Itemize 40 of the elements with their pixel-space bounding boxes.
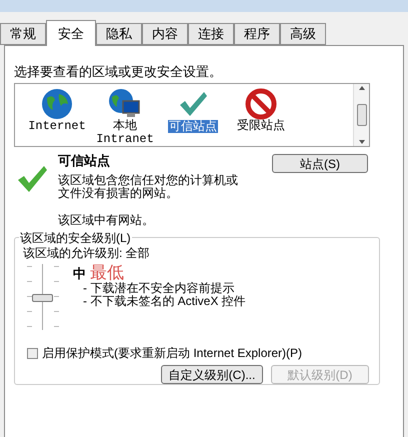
tab[interactable]: 内容	[142, 23, 188, 45]
tab[interactable]: 常规	[0, 23, 46, 45]
scrollbar[interactable]	[353, 84, 369, 146]
level-button[interactable]: 自定义级别(C)...	[161, 365, 263, 384]
prompt-text: 选择要查看的区域或更改安全设置。	[14, 64, 223, 80]
zone-title: 可信站点	[58, 152, 111, 170]
tab[interactable]: 隐私	[96, 23, 142, 45]
no-entry-icon	[245, 88, 277, 120]
tab[interactable]: 程序	[234, 23, 280, 45]
allowed-level-text: 该区域的允许级别: 全部	[23, 246, 151, 260]
zone-item[interactable]: Internet	[25, 88, 89, 146]
slider-thumb[interactable]	[32, 294, 53, 302]
zone-item[interactable]: 可信站点	[161, 88, 225, 146]
level-description: - 不下载未签名的 ActiveX 控件	[83, 295, 246, 308]
protected-mode-label: 启用保护模式(要求重新启动 Internet Explorer)(P)	[42, 345, 302, 362]
zone-label: Internet	[28, 120, 86, 133]
group-legend: 该区域的安全级别(L)	[19, 229, 132, 247]
zone-description: 该区域包含您信任对您的计算机或文件没有损害的网站。	[58, 174, 239, 200]
zone-label: 本地	[113, 120, 137, 133]
level-description: - 下载潜在不安全内容前提示	[83, 282, 236, 295]
tab[interactable]: 连接	[188, 23, 234, 45]
security-slider[interactable]	[25, 264, 61, 330]
check-icon	[16, 164, 48, 194]
globe-monitor-icon	[108, 88, 142, 120]
zone-note: 该区域中有网站。	[58, 212, 155, 229]
tab[interactable]: 安全	[46, 20, 96, 46]
scroll-up-icon[interactable]	[358, 86, 364, 90]
zone-label: 可信站点	[168, 120, 218, 133]
scroll-down-icon[interactable]	[358, 140, 364, 144]
annotation-text: 最低	[90, 264, 124, 282]
sites-button[interactable]: 站点(S)	[272, 154, 368, 173]
zone-item[interactable]: 本地 Intranet	[93, 88, 157, 146]
zone-item[interactable]: 受限站点	[229, 88, 293, 146]
protected-mode-checkbox[interactable]	[27, 348, 38, 358]
tab[interactable]: 高级	[280, 23, 326, 45]
scroll-thumb[interactable]	[356, 104, 366, 126]
globe-icon	[41, 88, 73, 120]
zone-label: 受限站点	[237, 120, 285, 133]
level-name: 中	[73, 266, 86, 282]
zone-label: Intranet	[96, 133, 154, 146]
